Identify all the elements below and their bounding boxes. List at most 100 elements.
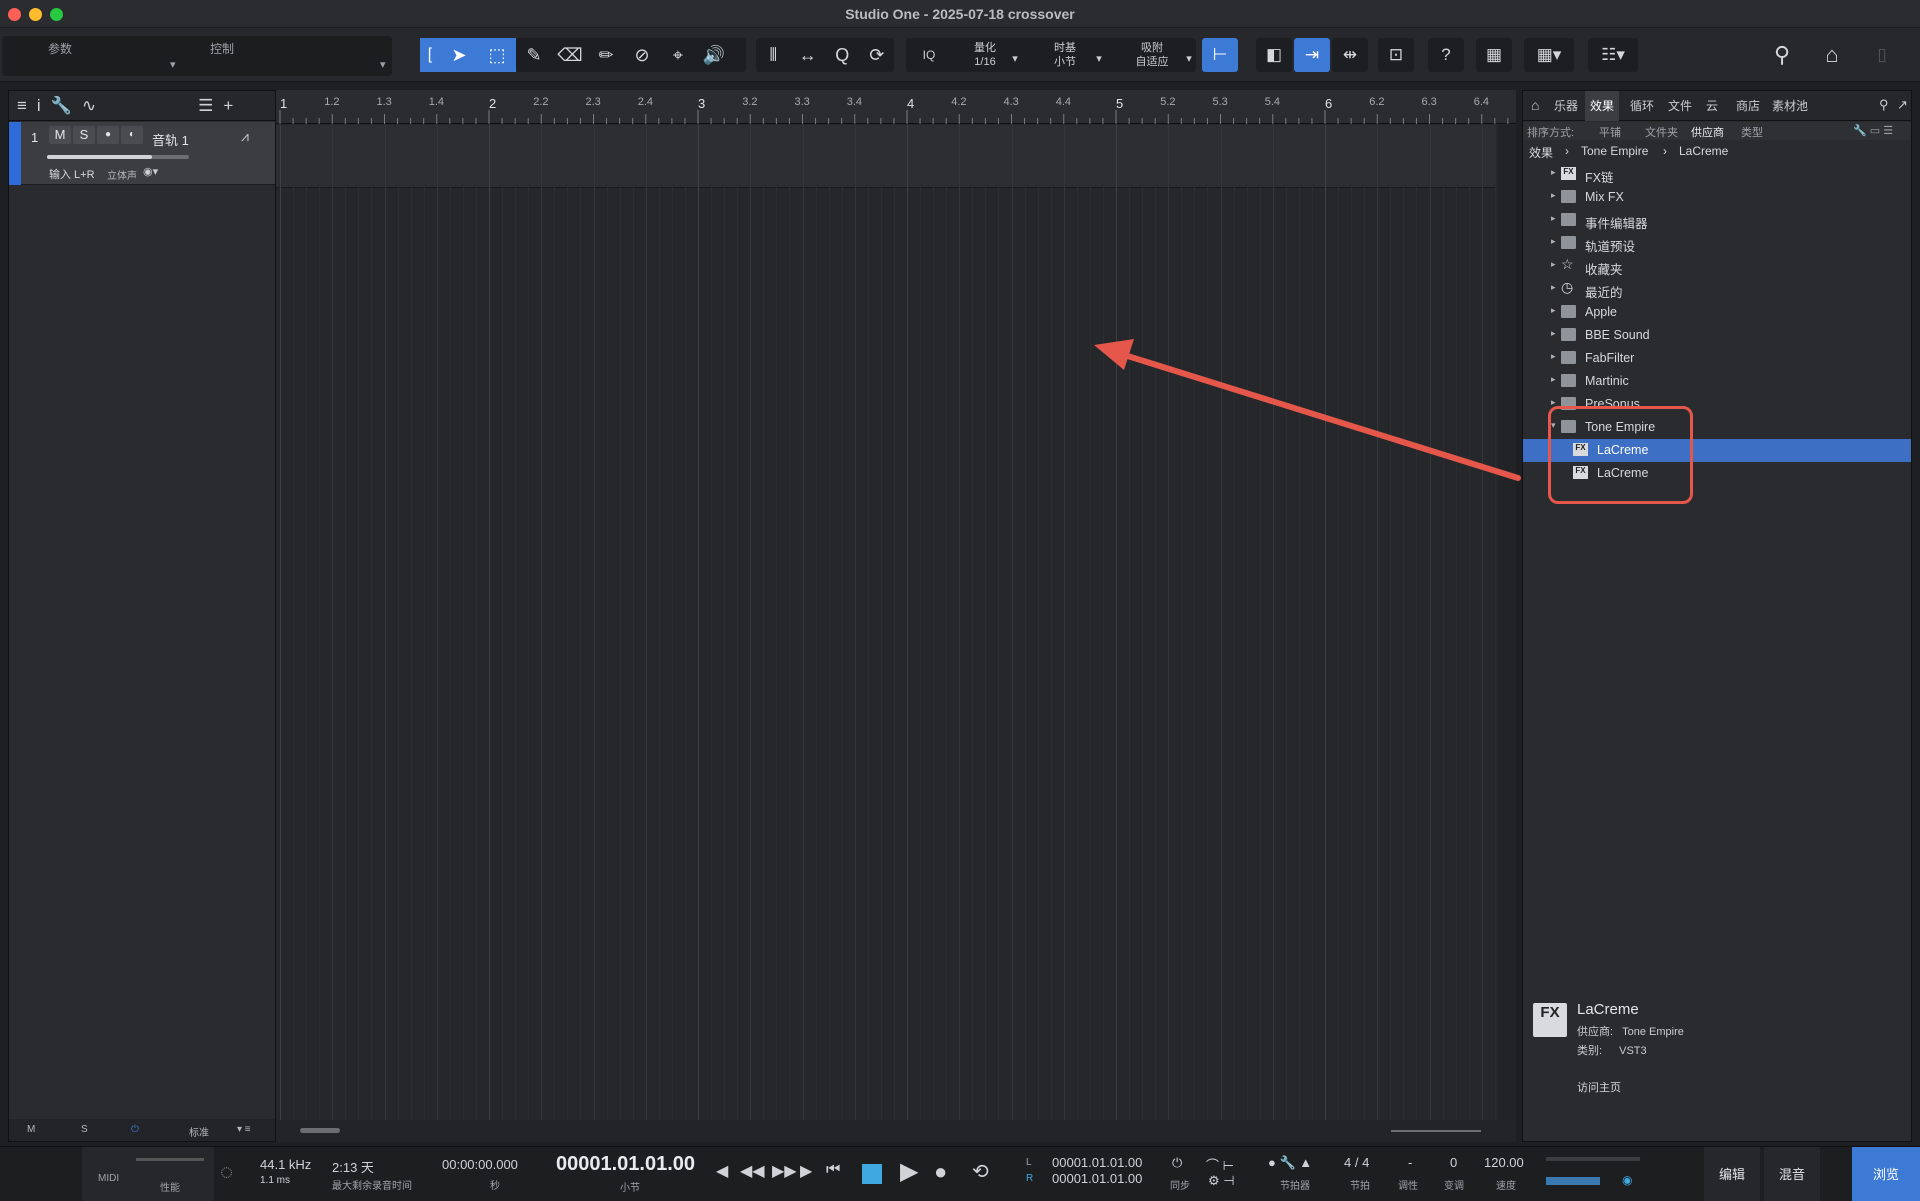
tree-item[interactable]: ▸ FX FX链: [1523, 163, 1911, 186]
vertical-scrollbar[interactable]: [1498, 125, 1516, 1120]
expand-icon[interactable]: ▸: [1551, 305, 1556, 316]
track-lane[interactable]: [276, 125, 1496, 188]
sync-power-icon[interactable]: ⏻: [1172, 1155, 1182, 1171]
browser-tab[interactable]: 乐器: [1549, 91, 1583, 121]
breadcrumb-item[interactable]: 效果: [1529, 144, 1553, 161]
snap-toggle-icon[interactable]: ⊢: [1202, 38, 1238, 72]
track-row[interactable]: 1 M S ● ◐ 音轨 1 ⩘ 输入 L+R 立体声 ◉▾: [9, 122, 275, 185]
expand-icon[interactable]: ▸: [1551, 259, 1556, 270]
split-tool-icon[interactable]: ✎: [516, 38, 552, 72]
timebase-field[interactable]: 时基 小节: [1040, 38, 1090, 72]
homepage-link[interactable]: 访问主页: [1577, 1079, 1621, 1095]
metronome-label[interactable]: 节拍器: [1280, 1177, 1310, 1192]
tree-item[interactable]: ▸ Martinic: [1523, 370, 1911, 393]
wrench-icon[interactable]: 🔧: [51, 96, 72, 116]
horizontal-scrollbar[interactable]: [276, 1120, 1516, 1142]
solo-button[interactable]: S: [73, 126, 95, 144]
metronome-icons[interactable]: ● 🔧 ▲: [1268, 1155, 1312, 1171]
tree-item[interactable]: FX LaCreme: [1523, 462, 1911, 485]
expand-icon[interactable]: ▸: [1551, 167, 1556, 178]
edit-view-button[interactable]: 编辑: [1704, 1147, 1760, 1201]
fullscreen-icon[interactable]: ⊡: [1378, 38, 1414, 72]
sort-option[interactable]: 文件夹: [1645, 124, 1678, 140]
timebase-dropdown-icon[interactable]: ▾: [1092, 38, 1106, 72]
loop-end[interactable]: 00001.01.01.00: [1052, 1171, 1142, 1186]
monitor-icon[interactable]: ◐: [121, 126, 143, 144]
footer-solo[interactable]: S: [81, 1124, 88, 1135]
footer-mute[interactable]: M: [27, 1124, 35, 1135]
params-dropdown-icon[interactable]: ▾: [170, 58, 176, 71]
tree-item[interactable]: ▸ ☆ 收藏夹: [1523, 255, 1911, 278]
sort-option[interactable]: 供应商: [1691, 124, 1724, 140]
control-label[interactable]: 控制: [210, 40, 234, 57]
iq-button[interactable]: IQ: [914, 38, 944, 72]
control-dropdown-icon[interactable]: ▾: [380, 58, 386, 71]
mute-button[interactable]: M: [49, 126, 71, 144]
zoom-slider[interactable]: [1391, 1130, 1481, 1132]
time-seconds[interactable]: 00:00:00.000: [442, 1157, 518, 1172]
bend-tool-icon[interactable]: ⌖: [660, 38, 696, 72]
tree-item[interactable]: ▸ BBE Sound: [1523, 324, 1911, 347]
tree-item[interactable]: ▾ Tone Empire: [1523, 416, 1911, 439]
arrow-tool-icon[interactable]: ➤: [440, 38, 478, 72]
performance-label[interactable]: 性能: [160, 1179, 180, 1194]
tree-item[interactable]: ▸ 轨道预设: [1523, 232, 1911, 255]
breadcrumb-item[interactable]: Tone Empire: [1581, 144, 1648, 158]
tree-item[interactable]: ▸ ◷ 最近的: [1523, 278, 1911, 301]
inspector-toggle-icon[interactable]: ◧: [1256, 38, 1292, 72]
paint-tool-icon[interactable]: ✏: [588, 38, 624, 72]
params-label[interactable]: 参数: [48, 40, 72, 57]
browser-tab[interactable]: 效果: [1585, 91, 1620, 121]
input-toggle-icon[interactable]: ◉▾: [143, 165, 158, 178]
user-account-icon[interactable]: ⚲: [1764, 38, 1800, 72]
scroll-thumb[interactable]: [300, 1128, 340, 1133]
expand-icon[interactable]: ▸: [1551, 351, 1556, 362]
add-track-icon[interactable]: +: [223, 96, 233, 116]
tree-item[interactable]: ▸ Apple: [1523, 301, 1911, 324]
stretch-icon[interactable]: ↔: [791, 38, 826, 72]
track-name[interactable]: 音轨 1: [152, 130, 189, 149]
browser-tab[interactable]: 素材池: [1767, 91, 1813, 121]
range-bracket-icon[interactable]: [: [420, 38, 440, 72]
timeline-ruler[interactable]: 1 1.2 1.3 1.4 2 2.2 2.3 2.4 3 3.2 3.3 3.4 4 4.2 4.3 4.4…: [276, 90, 1516, 124]
tree-item[interactable]: ▸ FabFilter: [1523, 347, 1911, 370]
popout-icon[interactable]: ↗: [1897, 97, 1908, 113]
home-tab-icon[interactable]: ⌂: [1531, 97, 1539, 113]
tree-item[interactable]: FX LaCreme: [1523, 439, 1911, 462]
list-menu-icon[interactable]: ≡: [17, 96, 27, 116]
video-icon[interactable]: ▦: [1476, 38, 1512, 72]
rewind-icon[interactable]: ◀◀: [740, 1161, 765, 1181]
layout-menu-icon[interactable]: ☷▾: [1588, 38, 1638, 72]
volume-fader[interactable]: [47, 155, 189, 159]
track-options-icon[interactable]: ☰: [198, 96, 213, 116]
channel-mode[interactable]: 立体声: [107, 167, 137, 182]
expand-icon[interactable]: ▸: [1551, 190, 1556, 201]
track-color-bar[interactable]: [9, 122, 21, 185]
help-button[interactable]: ?: [1428, 38, 1464, 72]
auto-scroll-icon[interactable]: ⟳: [860, 38, 895, 72]
snap-dropdown-icon[interactable]: ▾: [1182, 38, 1196, 72]
mute-tool-icon[interactable]: ⊘: [624, 38, 660, 72]
preroll-icon[interactable]: ⚙ ⊣: [1208, 1173, 1235, 1189]
browser-tab[interactable]: 商店: [1731, 91, 1765, 121]
quantize-icon[interactable]: Q: [825, 38, 860, 72]
stop-button[interactable]: [862, 1164, 882, 1184]
tree-item[interactable]: ▸ PreSonus: [1523, 393, 1911, 416]
prev-marker-icon[interactable]: ◀: [716, 1161, 728, 1181]
play-button[interactable]: ▶: [900, 1157, 918, 1186]
search-icon[interactable]: ⚲: [1879, 97, 1889, 113]
grid-view-icon[interactable]: ▦▾: [1524, 38, 1574, 72]
browser-tab[interactable]: 云: [1701, 91, 1723, 121]
sort-option[interactable]: 平铺: [1599, 124, 1621, 140]
time-bars-unit[interactable]: 小节: [620, 1179, 640, 1194]
master-volume[interactable]: [1546, 1177, 1600, 1185]
tree-item[interactable]: ▸ 事件编辑器: [1523, 209, 1911, 232]
arrange-grid[interactable]: [276, 125, 1509, 1120]
browser-tab[interactable]: 文件: [1663, 91, 1697, 121]
transpose-value[interactable]: 0: [1450, 1155, 1457, 1170]
tempo-value[interactable]: 120.00: [1484, 1155, 1524, 1170]
loop-start[interactable]: 00001.01.01.00: [1052, 1155, 1142, 1170]
expand-icon[interactable]: ▸: [1551, 397, 1556, 408]
time-signature[interactable]: 4 / 4: [1344, 1155, 1369, 1170]
browser-tab[interactable]: 循环: [1625, 91, 1659, 121]
